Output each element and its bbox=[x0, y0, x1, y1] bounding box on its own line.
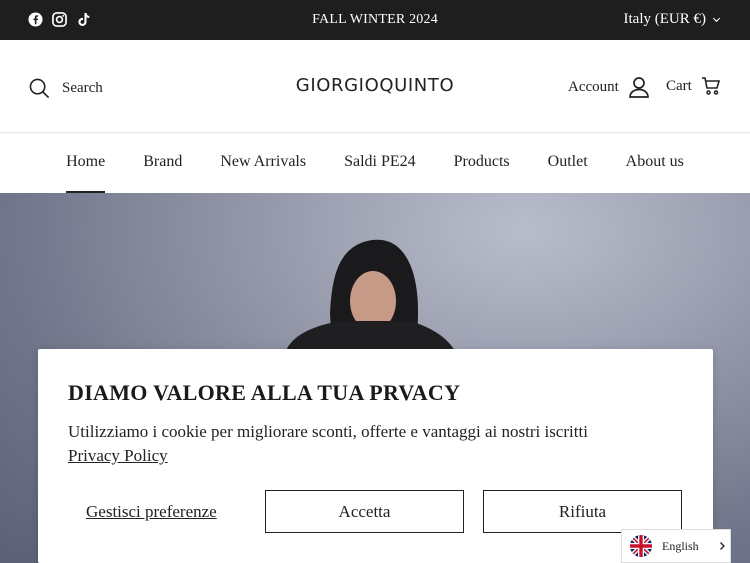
nav-item-outlet[interactable]: Outlet bbox=[548, 133, 588, 193]
language-selector[interactable]: English bbox=[621, 529, 731, 563]
cookie-title: DIAMO VALORE ALLA TUA PRVACY bbox=[68, 380, 461, 405]
chevron-down-icon bbox=[712, 17, 721, 23]
manage-preferences-link[interactable]: Gestisci preferenze bbox=[86, 502, 217, 522]
cookie-banner: DIAMO VALORE ALLA TUA PRVACY Utilizziamo… bbox=[38, 349, 713, 563]
language-label: English bbox=[662, 538, 699, 553]
user-icon bbox=[628, 77, 649, 98]
cookie-text: Utilizziamo i cookie per migliorare scon… bbox=[68, 420, 688, 468]
main-nav: Home Brand New Arrivals Saldi PE24 Produ… bbox=[0, 133, 750, 193]
region-label: Italy (EUR €) bbox=[623, 11, 706, 27]
cart-link[interactable]: Cart bbox=[666, 76, 721, 96]
announcement-bar: FALL WINTER 2024 Italy (EUR €) bbox=[0, 0, 750, 40]
region-selector[interactable]: Italy (EUR €) bbox=[624, 11, 721, 28]
site-header: Search GIORGIOQUINTO Account Cart bbox=[0, 40, 750, 133]
cookie-message: Utilizziamo i cookie per migliorare scon… bbox=[68, 422, 588, 441]
account-link[interactable]: Account bbox=[568, 76, 650, 98]
nav-item-saldi[interactable]: Saldi PE24 bbox=[344, 133, 416, 193]
uk-flag-icon bbox=[630, 535, 652, 557]
nav-item-brand[interactable]: Brand bbox=[143, 133, 182, 193]
privacy-policy-link[interactable]: Privacy Policy bbox=[68, 444, 168, 468]
cart-label: Cart bbox=[666, 77, 692, 94]
nav-item-about-us[interactable]: About us bbox=[626, 133, 684, 193]
accept-button[interactable]: Accetta bbox=[265, 490, 464, 533]
reject-button[interactable]: Rifiuta bbox=[483, 490, 682, 533]
chevron-right-icon bbox=[719, 542, 725, 550]
account-label: Account bbox=[568, 78, 619, 95]
nav-item-products[interactable]: Products bbox=[454, 133, 510, 193]
nav-item-new-arrivals[interactable]: New Arrivals bbox=[220, 133, 306, 193]
nav-item-home[interactable]: Home bbox=[66, 133, 106, 193]
cart-icon bbox=[701, 77, 720, 95]
